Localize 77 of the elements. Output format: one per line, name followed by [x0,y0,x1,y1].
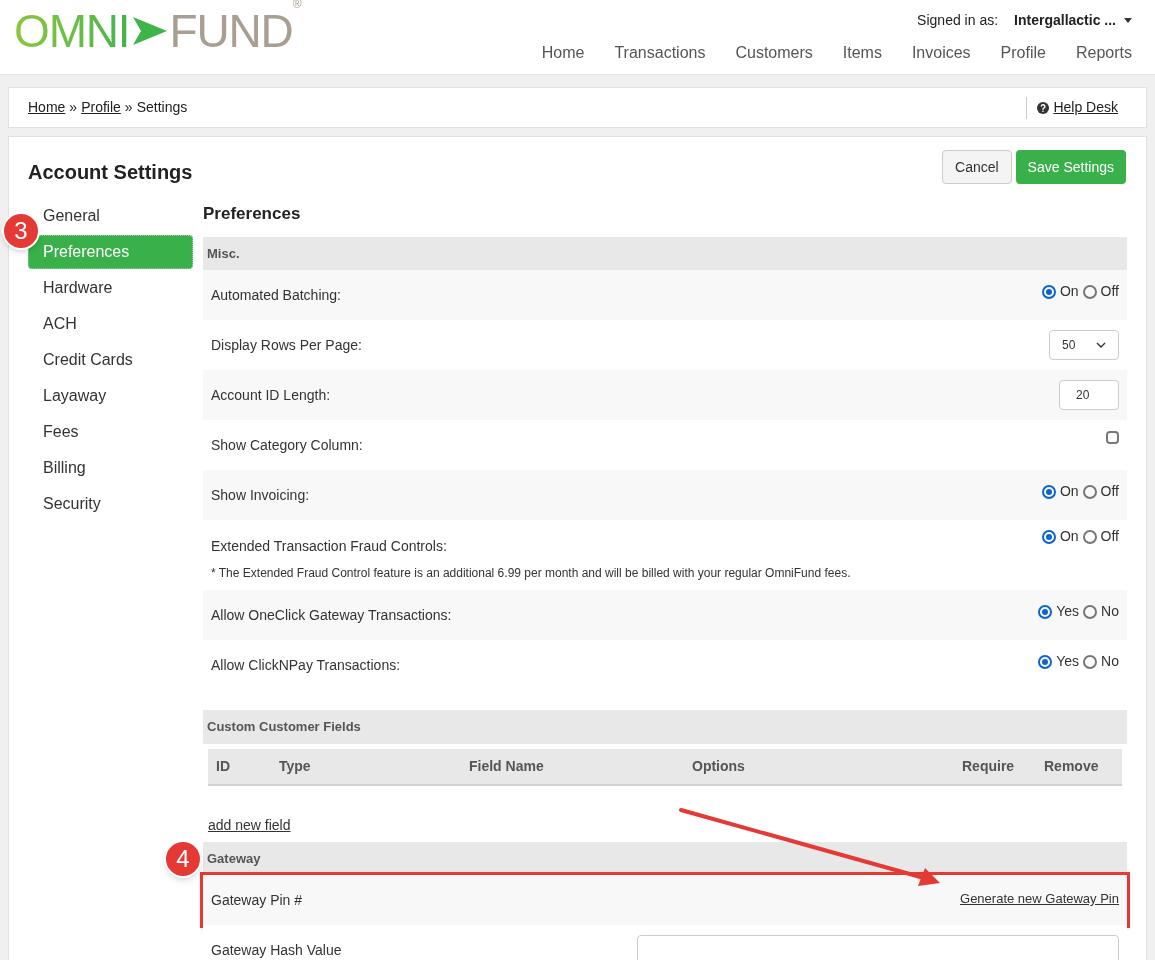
page-title: Account Settings [28,160,193,185]
radio-label: Yes [1056,602,1080,621]
sidebar-item[interactable]: Layaway [43,379,107,413]
section-header: Custom Customer Fields [203,710,1127,744]
breadcrumb-current: Settings [136,98,188,117]
column-header: Remove [1043,756,1100,776]
sidebar-item[interactable]: Fees [43,415,79,449]
section-header: Misc. [203,236,1127,270]
section-title: Preferences [203,203,302,225]
input-field[interactable]: 20 [1059,380,1119,410]
radio-button[interactable] [1083,604,1098,619]
setting-label: Allow OneClick Gateway Transactions: [211,606,452,625]
breadcrumb-link[interactable]: Home [28,97,66,118]
nav-link[interactable]: Transactions [614,41,706,65]
radio-label: On [1059,527,1079,546]
nav-link[interactable]: Reports [1075,41,1132,65]
help-desk-link[interactable]: Help Desk [1037,97,1118,118]
radio-button[interactable] [1038,654,1053,669]
sidebar-item[interactable]: Security [43,487,101,521]
radio-label: On [1059,482,1079,501]
breadcrumb-link[interactable]: Profile [81,97,121,118]
setting-label: Gateway Pin # [211,891,303,910]
step-badge: 3 [2,212,40,250]
sidebar-item[interactable]: General [43,199,100,233]
signed-in-label: Signed in as: [917,11,999,30]
radio-label: Yes [1056,652,1080,671]
user-menu[interactable]: Intergallactic ... [1014,10,1132,31]
radio-label: No [1101,652,1119,671]
fee-note: * The Extended Fraud Control feature is an additional 6.99 per month and will be billed with your regular OmniFund fees. [211,565,852,582]
breadcrumb-separator: » [124,98,133,117]
nav-link[interactable]: Invoices [911,41,971,65]
radio-button[interactable] [1083,654,1098,669]
radio-button[interactable] [1041,284,1056,299]
radio-button[interactable] [1082,284,1097,299]
sidebar-item[interactable]: Billing [43,451,86,485]
column-header: Require [962,756,1016,776]
nav-link[interactable]: Items [842,41,882,65]
caret-icon [1124,18,1132,23]
radio-label: Off [1100,482,1119,501]
radio-button[interactable] [1082,484,1097,499]
checkbox[interactable] [1106,431,1119,444]
generate-pin-link[interactable]: Generate new Gateway Pin [960,891,1119,906]
setting-label: Show Invoicing: [211,486,310,505]
radio-button[interactable] [1082,529,1097,544]
setting-label: Display Rows Per Page: [211,335,362,355]
setting-label: Gateway Hash Value [211,940,342,960]
setting-label: Show Category Column: [211,436,363,455]
sidebar-item[interactable]: ACH [43,307,77,341]
nav-link[interactable]: Profile [1000,41,1046,65]
omnifund-logo: OMNI FUND® [14,0,302,59]
column-header: Field Name [469,756,545,776]
radio-button[interactable] [1038,604,1053,619]
nav-link[interactable]: Customers [735,41,813,65]
setting-label: Extended Transaction Fraud Controls: [211,537,447,556]
setting-label: Account ID Length: [211,385,331,405]
radio-label: No [1101,602,1119,621]
setting-label: Allow ClickNPay Transactions: [211,656,401,675]
radio-button[interactable] [1041,484,1056,499]
sidebar-item[interactable]: Credit Cards [43,343,133,377]
help-icon [1037,101,1050,114]
column-header: Options [692,756,746,776]
radio-button[interactable] [1041,529,1056,544]
nav-link[interactable]: Home [541,41,585,65]
sidebar-item[interactable]: Hardware [43,271,113,305]
cancel-button[interactable]: Cancel [942,150,1012,184]
setting-label: Automated Batching: [211,286,341,305]
column-header: ID [216,756,231,776]
radio-label: On [1059,282,1079,301]
radio-label: Off [1100,527,1119,546]
radio-label: Off [1100,282,1119,301]
input-field[interactable] [637,935,1119,960]
chevron-down-icon [1096,342,1106,348]
add-field-link[interactable]: add new field [208,814,291,836]
rows-select[interactable]: 50 [1049,330,1119,360]
breadcrumb-separator: » [69,98,78,117]
column-header: Type [279,756,312,776]
section-header: Gateway [203,841,1127,875]
